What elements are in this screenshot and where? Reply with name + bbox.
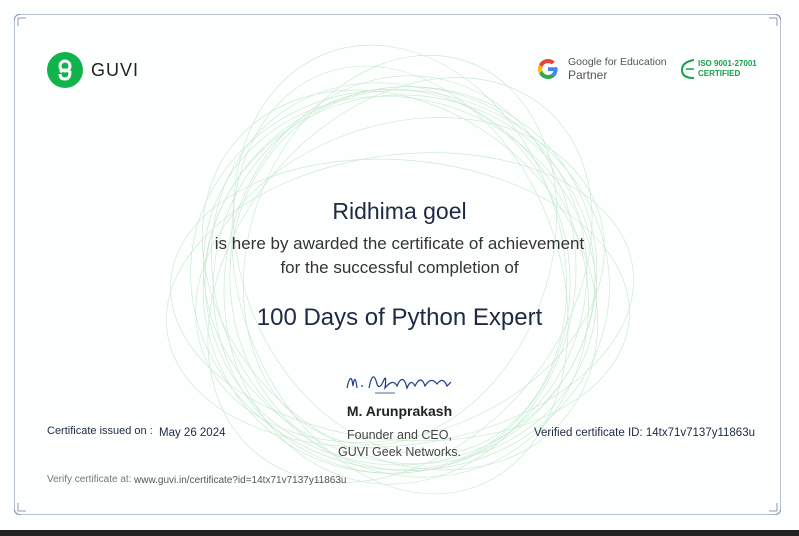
verify-label: Verify certificate at: <box>47 474 132 485</box>
guvi-logo-icon <box>47 52 83 88</box>
signatory-name: M. Arunprakash <box>346 403 453 419</box>
award-line-1: is here by awarded the certificate of ac… <box>214 234 585 253</box>
iso-leaf-icon <box>680 59 695 79</box>
verify-link[interactable]: www.guvi.in/certificate?id=14tx71v7137y1… <box>134 475 346 486</box>
partner-line2: Partner <box>568 68 608 82</box>
iso-line2: CERTIFIED <box>698 69 741 78</box>
course-title: 100 Days of Python Expert <box>256 304 543 331</box>
google-partner-badge: Google for Education Partner <box>536 56 667 82</box>
signature-icon <box>346 376 452 394</box>
recipient-name: Ridhima goel <box>332 198 467 224</box>
signatory-title-2: GUVI Geek Networks. <box>338 445 461 459</box>
bottom-bar <box>0 530 799 536</box>
google-g-icon <box>538 59 558 79</box>
guvi-logo: GUVI <box>47 52 139 88</box>
guvi-brand-name: GUVI <box>91 59 140 80</box>
certificate: GUVI Google for Education Partner ISO 90… <box>0 0 799 530</box>
verified-certificate-id: Verified certificate ID: 14tx71v7137y118… <box>534 427 755 439</box>
iso-badge: ISO 9001-27001 CERTIFIED <box>680 58 757 80</box>
award-line-2: for the successful completion of <box>280 258 519 277</box>
iso-line1: ISO 9001-27001 <box>698 59 757 68</box>
issued-date: May 26 2024 <box>159 427 226 439</box>
issued-label: Certificate issued on : <box>47 425 153 437</box>
